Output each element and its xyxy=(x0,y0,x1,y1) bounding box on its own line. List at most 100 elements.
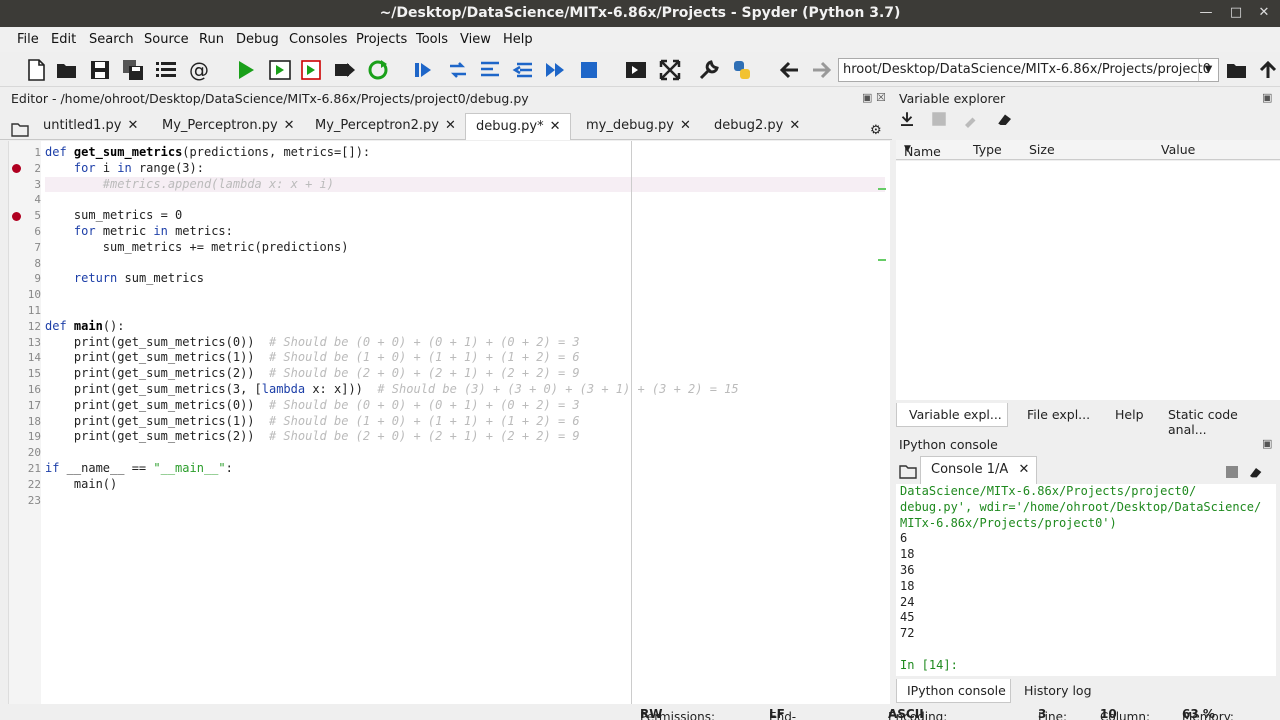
tab-debug[interactable]: debug.py* ✕ xyxy=(465,113,571,140)
tab-untitled1[interactable]: untitled1.py ✕ xyxy=(43,113,138,140)
step-icon[interactable] xyxy=(446,58,470,82)
eraser-icon[interactable] xyxy=(996,110,1014,128)
menu-projects[interactable]: Projects xyxy=(356,32,407,47)
line-gutter[interactable]: 1 2 3 4 5 6 7 8 9 10 11 12 13 14 15 16 17 18 19 20 21 22 23 xyxy=(9,141,41,704)
menu-view[interactable]: View xyxy=(460,32,491,47)
rerun-icon[interactable] xyxy=(366,58,390,82)
run-cell-icon[interactable] xyxy=(268,58,292,82)
import-data-icon[interactable] xyxy=(898,110,916,128)
console-line: MITx-6.86x/Projects/project0') xyxy=(900,515,1117,530)
tab-my-perceptron2[interactable]: My_Perceptron2.py ✕ xyxy=(315,113,456,140)
continue-icon[interactable] xyxy=(543,58,567,82)
svg-text:@: @ xyxy=(189,58,209,82)
column-type[interactable]: Type xyxy=(973,142,1002,157)
close-tab-icon[interactable]: ✕ xyxy=(128,118,139,133)
back-arrow-icon[interactable] xyxy=(778,58,802,82)
code-line: print(get_sum_metrics(2)) # Should be (2… xyxy=(45,429,580,444)
menu-consoles[interactable]: Consoles xyxy=(289,32,347,47)
clear-console-icon[interactable] xyxy=(1248,464,1264,480)
browse-consoles-icon[interactable] xyxy=(899,463,917,481)
forward-arrow-icon[interactable] xyxy=(809,58,833,82)
tab-my-debug[interactable]: my_debug.py ✕ xyxy=(586,113,691,140)
close-tab-icon[interactable]: ✕ xyxy=(550,119,561,134)
column-value[interactable]: Value xyxy=(1161,142,1195,157)
menu-run[interactable]: Run xyxy=(199,32,224,47)
close-tab-icon[interactable]: ✕ xyxy=(680,118,691,133)
save-data-icon[interactable] xyxy=(930,110,948,128)
code-line: return sum_metrics xyxy=(73,271,204,286)
tab-help[interactable]: Help xyxy=(1115,407,1144,422)
minimize-icon[interactable]: — xyxy=(1196,3,1216,23)
maximize-icon[interactable]: □ xyxy=(1226,3,1246,23)
tab-ipython-console[interactable]: IPython console xyxy=(907,683,1006,698)
close-pane-icon[interactable]: ☒ xyxy=(876,91,886,104)
console-prompt[interactable]: In [14]: xyxy=(896,658,1276,674)
undock-icon[interactable]: ▣ xyxy=(1262,91,1272,104)
open-folder-icon[interactable] xyxy=(55,58,79,82)
menu-edit[interactable]: Edit xyxy=(51,32,76,47)
run-selection-icon[interactable] xyxy=(333,58,357,82)
tab-variable-explorer[interactable]: Variable expl... xyxy=(909,407,1002,422)
close-tab-icon[interactable]: ✕ xyxy=(445,118,456,133)
tab-my-perceptron[interactable]: My_Perceptron.py ✕ xyxy=(162,113,295,140)
parent-dir-icon[interactable] xyxy=(1256,58,1280,82)
code-line: main() xyxy=(45,476,118,491)
window-title: ~/Desktop/DataScience/MITx-6.86x/Project… xyxy=(379,5,901,21)
console-output[interactable]: DataScience/MITx-6.86x/Projects/project0… xyxy=(896,484,1276,676)
menu-bar: File Edit Search Source Run Debug Consol… xyxy=(0,28,1280,52)
maximize-pane-icon[interactable] xyxy=(624,58,648,82)
tab-file-explorer[interactable]: File expl... xyxy=(1027,407,1090,422)
run-icon[interactable] xyxy=(234,58,258,82)
wrench-icon[interactable] xyxy=(697,58,721,82)
chevron-down-icon[interactable]: ▼ xyxy=(1198,59,1218,81)
stop-debug-icon[interactable] xyxy=(577,58,601,82)
run-cell-advance-icon[interactable] xyxy=(300,58,324,82)
menu-help[interactable]: Help xyxy=(503,32,533,47)
browse-folder-icon[interactable] xyxy=(1225,58,1249,82)
tab-debug2[interactable]: debug2.py ✕ xyxy=(714,113,800,140)
at-sign-icon[interactable]: @ xyxy=(187,58,211,82)
save-data-as-icon[interactable] xyxy=(962,110,980,128)
line-number: 16 xyxy=(27,382,41,396)
column-size[interactable]: Size xyxy=(1029,142,1055,157)
working-directory-text: hroot/Desktop/DataScience/MITx-6.86x/Pro… xyxy=(843,62,1211,77)
close-tab-icon[interactable]: ✕ xyxy=(789,118,800,133)
close-icon[interactable]: ✕ xyxy=(1254,3,1274,23)
save-all-icon[interactable] xyxy=(121,58,145,82)
undock-icon[interactable]: ▣ xyxy=(1262,437,1272,450)
debug-icon[interactable] xyxy=(411,58,435,82)
outline-list-icon[interactable] xyxy=(154,58,178,82)
python-path-icon[interactable] xyxy=(730,58,754,82)
menu-tools[interactable]: Tools xyxy=(416,32,448,47)
menu-file[interactable]: File xyxy=(17,32,39,47)
breakpoint-icon[interactable] xyxy=(12,164,21,173)
save-icon[interactable] xyxy=(88,58,112,82)
stop-kernel-icon[interactable] xyxy=(1226,466,1238,478)
close-tab-icon[interactable]: ✕ xyxy=(284,118,295,133)
console-line: 6 xyxy=(900,531,908,546)
working-directory-combobox[interactable]: hroot/Desktop/DataScience/MITx-6.86x/Pro… xyxy=(838,58,1219,82)
step-return-icon[interactable] xyxy=(511,58,535,82)
line-number: 10 xyxy=(27,288,41,302)
undock-icon[interactable]: ▣ xyxy=(862,91,872,104)
variable-table-body[interactable] xyxy=(896,161,1280,400)
menu-debug[interactable]: Debug xyxy=(236,32,279,47)
menu-source[interactable]: Source xyxy=(144,32,189,47)
close-tab-icon[interactable]: ✕ xyxy=(1018,462,1029,477)
console-pane-tabs: IPython console History log xyxy=(896,679,1280,703)
breakpoint-icon[interactable] xyxy=(12,212,21,221)
fullscreen-icon[interactable] xyxy=(658,58,682,82)
menu-search[interactable]: Search xyxy=(89,32,134,47)
new-file-icon[interactable] xyxy=(24,58,48,82)
step-into-icon[interactable] xyxy=(478,58,502,82)
code-editor[interactable]: 1 2 3 4 5 6 7 8 9 10 11 12 13 14 15 16 17 18 19 20 21 22 23 de… xyxy=(8,141,890,704)
tab-history-log[interactable]: History log xyxy=(1024,683,1092,698)
browse-tabs-icon[interactable] xyxy=(11,116,29,143)
side-pane-tabs: Variable expl... File expl... Help Stati… xyxy=(896,403,1280,437)
tab-static-code-analysis[interactable]: Static code anal... xyxy=(1168,407,1280,437)
tab-console-1a[interactable]: Console 1/A ✕ xyxy=(920,456,1037,484)
line-number: 13 xyxy=(27,335,41,349)
